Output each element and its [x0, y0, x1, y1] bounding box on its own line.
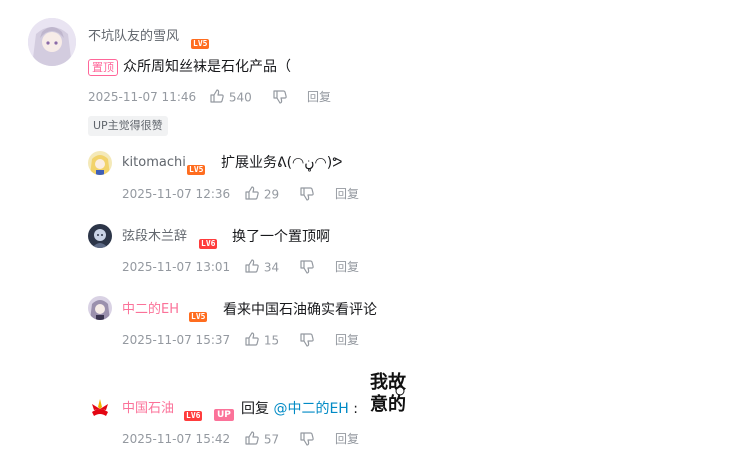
avatar[interactable] — [88, 224, 112, 248]
like-count: 34 — [263, 260, 280, 275]
reply-button[interactable]: 回复 — [335, 431, 359, 447]
thumbs-up-icon — [244, 430, 260, 450]
thumbs-down-icon — [299, 332, 315, 352]
avatar[interactable] — [28, 18, 76, 66]
level-badge: LV5 — [191, 39, 210, 49]
like-count: 57 — [263, 432, 280, 447]
like-count: 15 — [263, 333, 280, 348]
like-button[interactable]: 57 — [244, 430, 279, 450]
colon: : — [353, 401, 358, 417]
username[interactable]: kitomachi — [122, 154, 186, 172]
dislike-button[interactable] — [299, 430, 315, 451]
up-liked-tag: UP主觉得很赞 — [88, 116, 168, 136]
pinned-tag: 置顶 — [88, 59, 118, 76]
reply-button[interactable]: 回复 — [307, 89, 331, 105]
like-button[interactable]: 34 — [244, 258, 279, 278]
username[interactable]: 中二的EH — [122, 301, 179, 319]
reply-button[interactable]: 回复 — [335, 332, 359, 348]
like-button[interactable]: 29 — [244, 185, 279, 205]
level-badge: LV5 — [189, 312, 208, 322]
comment-time: 2025-11-07 13:01 — [122, 260, 231, 274]
like-button[interactable]: 15 — [244, 331, 279, 351]
dislike-button[interactable] — [299, 258, 315, 279]
svg-text:我故: 我故 — [370, 371, 407, 393]
up-badge: UP — [214, 409, 234, 421]
reply-prefix: 回复 — [241, 401, 269, 417]
thumbs-up-icon — [209, 88, 225, 108]
dislike-button[interactable] — [299, 331, 315, 352]
reply-text: 扩展业务ᕕ(◠ڼ◠)ᕗ — [221, 155, 343, 171]
comment-time: 2025-11-07 12:36 — [122, 187, 231, 201]
username[interactable]: 中国石油 — [122, 400, 174, 418]
comment-text: 众所周知丝袜是石化产品（ — [123, 59, 291, 75]
reply-text: 换了一个置顶啊 — [232, 229, 330, 245]
like-count: 29 — [263, 187, 280, 202]
level-badge: LV6 — [184, 411, 203, 421]
avatar[interactable] — [88, 396, 112, 420]
mention-link[interactable]: @中二的EH — [273, 401, 348, 417]
comment-time: 2025-11-07 11:46 — [88, 90, 197, 104]
level-badge: LV5 — [187, 165, 206, 175]
thumbs-up-icon — [244, 331, 260, 351]
comment-time: 2025-11-07 15:42 — [122, 432, 231, 446]
thumbs-up-icon — [244, 185, 260, 205]
thumbs-down-icon — [272, 89, 288, 109]
thumbs-down-icon — [299, 431, 315, 451]
comment-time: 2025-11-07 15:37 — [122, 333, 231, 347]
svg-text:意的: 意的 — [370, 393, 406, 415]
petrochina-logo-icon — [90, 399, 110, 419]
thumbs-down-icon — [299, 186, 315, 206]
reply-button[interactable]: 回复 — [335, 259, 359, 275]
level-badge: LV6 — [199, 239, 218, 249]
avatar[interactable] — [88, 151, 112, 175]
reply-text: 回复 @中二的EH : — [241, 399, 358, 419]
username[interactable]: 弦段木兰辞 — [122, 228, 187, 246]
reply-button[interactable]: 回复 — [335, 186, 359, 202]
like-button[interactable]: 540 — [209, 88, 252, 108]
reply-text: 看来中国石油确实看评论 — [223, 302, 377, 318]
like-count: 540 — [228, 90, 252, 105]
avatar[interactable] — [88, 296, 112, 320]
username[interactable]: 不坑队友的雪风 — [88, 28, 179, 46]
dislike-button[interactable] — [299, 185, 315, 206]
thumbs-down-icon — [299, 259, 315, 279]
thumbs-up-icon — [244, 258, 260, 278]
dislike-button[interactable] — [272, 88, 288, 109]
comment-content: 置顶 众所周知丝袜是石化产品（ — [88, 57, 291, 77]
sticker-image[interactable]: 我故 意的 — [368, 368, 416, 416]
